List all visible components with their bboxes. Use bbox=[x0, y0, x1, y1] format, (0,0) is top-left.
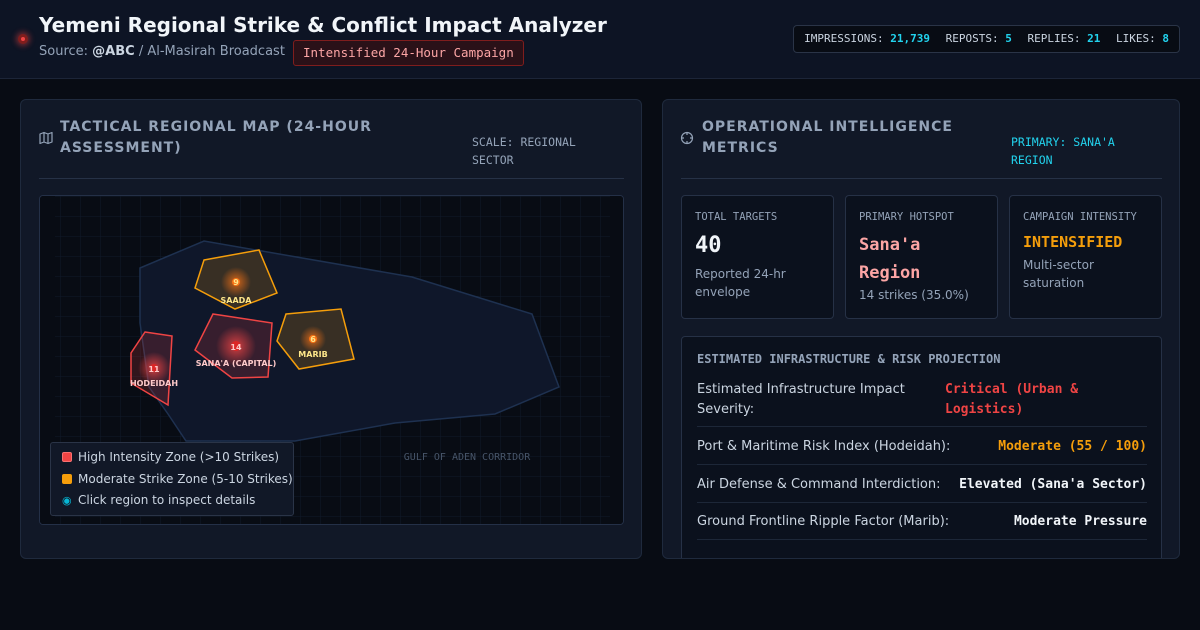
legend-inspect: ◉ Click region to inspect details bbox=[62, 493, 255, 507]
map-icon bbox=[39, 131, 53, 145]
page-title: Yemeni Regional Strike & Conflict Impact… bbox=[39, 13, 607, 37]
map-title-line-2: ASSESSMENT) bbox=[60, 140, 182, 156]
map-title-line-1: TACTICAL REGIONAL MAP (24-HOUR bbox=[60, 119, 372, 135]
map-panel-title: TACTICAL REGIONAL MAP (24-HOUR ASSESSMEN… bbox=[60, 117, 420, 159]
hodeidah-strike-count: 11 bbox=[148, 365, 160, 374]
saada-strike-count: 9 bbox=[233, 278, 239, 287]
total-targets-label: TOTAL TARGETS bbox=[695, 211, 778, 223]
infrastructure-value-line-2: Logistics) bbox=[945, 402, 1024, 417]
total-targets-value: 40 bbox=[695, 233, 722, 258]
engagement-stats: IMPRESSIONS: 21,739 REPOSTS: 5 REPLIES: … bbox=[793, 25, 1180, 53]
reposts-label: REPOSTS: bbox=[945, 32, 999, 45]
target-icon bbox=[680, 131, 694, 145]
legend-high: High Intensity Zone (>10 Strikes) bbox=[62, 450, 279, 464]
total-targets-note-line-1: Reported 24-hr bbox=[695, 267, 786, 281]
port-risk-value: Moderate (55 / 100) bbox=[998, 439, 1147, 454]
likes-label: LIKES: bbox=[1116, 32, 1156, 45]
target-icon: ◉ bbox=[62, 494, 72, 507]
infrastructure-value: Critical (Urban & Logistics) bbox=[945, 380, 1078, 420]
legend-inspect-label: Click region to inspect details bbox=[78, 493, 256, 507]
impressions-label: IMPRESSIONS: bbox=[804, 32, 884, 45]
legend-moderate-label: Moderate Strike Zone (5-10 Strikes) bbox=[78, 472, 293, 486]
impressions-value: 21,739 bbox=[890, 32, 931, 45]
sanaa-strike-count: 14 bbox=[230, 343, 242, 352]
risk-row-air-defense: Air Defense & Command Interdiction: Elev… bbox=[697, 475, 1147, 503]
marib-label: MARIB bbox=[298, 350, 327, 359]
risk-projection-box: ESTIMATED INFRASTRUCTURE & RISK PROJECTI… bbox=[681, 336, 1162, 558]
risk-row-port: Port & Maritime Risk Index (Hodeidah): M… bbox=[697, 437, 1147, 465]
metrics-title-line-1: OPERATIONAL INTELLIGENCE bbox=[702, 119, 953, 135]
app-header: Yemeni Regional Strike & Conflict Impact… bbox=[0, 0, 1200, 79]
primary-region-label: PRIMARY: SANA'A REGION bbox=[1011, 133, 1115, 169]
primary-hotspot-value: Sana'a Region bbox=[859, 231, 920, 287]
risk-projection-title: ESTIMATED INFRASTRUCTURE & RISK PROJECTI… bbox=[697, 352, 1001, 366]
sanaa-label: SANA'A (CAPITAL) bbox=[196, 359, 277, 368]
moderate-strike-swatch bbox=[62, 474, 72, 484]
primary-line-1: PRIMARY: SANA'A bbox=[1011, 135, 1115, 149]
primary-hotspot-card: PRIMARY HOTSPOT Sana'a Region 14 strikes… bbox=[845, 195, 998, 319]
campaign-intensity-note: Multi-sector saturation bbox=[1023, 256, 1094, 292]
risk-row-frontline: Ground Frontline Ripple Factor (Marib): … bbox=[697, 512, 1147, 540]
campaign-badge: Intensified 24-Hour Campaign bbox=[293, 40, 524, 66]
source-handle[interactable]: @ABC bbox=[92, 44, 135, 59]
replies-label: REPLIES: bbox=[1027, 32, 1081, 45]
port-risk-label: Port & Maritime Risk Index (Hodeidah): bbox=[697, 439, 951, 454]
replies-value: 21 bbox=[1087, 32, 1101, 45]
source-line: Source: @ABC / Al-Masirah Broadcast bbox=[39, 44, 285, 59]
regional-map[interactable]: GULF OF ADEN CORRIDOR 9 SAADA 14 SANA'A … bbox=[39, 195, 624, 525]
infrastructure-value-line-1: Critical (Urban & bbox=[945, 382, 1079, 397]
risk-row-infrastructure: Estimated Infrastructure Impact Severity… bbox=[697, 380, 1147, 427]
total-targets-card: TOTAL TARGETS 40 Reported 24-hr envelope bbox=[681, 195, 834, 319]
reposts-value: 5 bbox=[1005, 32, 1012, 45]
high-intensity-swatch bbox=[62, 452, 72, 462]
intelligence-metrics-panel: OPERATIONAL INTELLIGENCE METRICS PRIMARY… bbox=[662, 99, 1180, 559]
map-panel-divider bbox=[39, 178, 624, 179]
hotspot-value-line-2: Region bbox=[859, 263, 921, 283]
live-indicator-icon bbox=[18, 34, 28, 44]
infrastructure-label-line-2: Severity: bbox=[697, 402, 755, 417]
legend-moderate: Moderate Strike Zone (5-10 Strikes) bbox=[62, 472, 293, 486]
metrics-panel-divider bbox=[681, 178, 1162, 179]
air-defense-label: Air Defense & Command Interdiction: bbox=[697, 477, 941, 492]
intensity-note-line-2: saturation bbox=[1023, 276, 1085, 290]
marib-strike-count: 6 bbox=[310, 335, 316, 344]
campaign-intensity-card: CAMPAIGN INTENSITY INTENSIFIED Multi-sec… bbox=[1009, 195, 1162, 319]
legend-high-label: High Intensity Zone (>10 Strikes) bbox=[78, 450, 280, 464]
hotspot-value-line-1: Sana'a bbox=[859, 235, 921, 255]
source-outlet: / Al-Masirah Broadcast bbox=[134, 44, 285, 59]
frontline-value: Moderate Pressure bbox=[1013, 514, 1147, 529]
campaign-intensity-value: INTENSIFIED bbox=[1023, 233, 1123, 251]
metrics-panel-title: OPERATIONAL INTELLIGENCE METRICS bbox=[702, 117, 1002, 159]
air-defense-value: Elevated (Sana'a Sector) bbox=[959, 477, 1147, 492]
frontline-label: Ground Frontline Ripple Factor (Marib): bbox=[697, 514, 950, 529]
primary-hotspot-label: PRIMARY HOTSPOT bbox=[859, 211, 954, 223]
metrics-title-line-2: METRICS bbox=[702, 140, 779, 156]
intensity-note-line-1: Multi-sector bbox=[1023, 258, 1094, 272]
campaign-intensity-label: CAMPAIGN INTENSITY bbox=[1023, 211, 1137, 223]
map-legend: High Intensity Zone (>10 Strikes) Modera… bbox=[50, 442, 294, 516]
likes-value: 8 bbox=[1162, 32, 1169, 45]
infrastructure-label: Estimated Infrastructure Impact Severity… bbox=[697, 380, 905, 420]
total-targets-note: Reported 24-hr envelope bbox=[695, 265, 786, 301]
map-scale-label: SCALE: REGIONAL SECTOR bbox=[472, 133, 576, 169]
saada-label: SAADA bbox=[221, 296, 253, 305]
scale-line-2: SECTOR bbox=[472, 153, 514, 167]
infrastructure-label-line-1: Estimated Infrastructure Impact bbox=[697, 382, 905, 397]
primary-line-2: REGION bbox=[1011, 153, 1053, 167]
source-prefix: Source: bbox=[39, 44, 89, 59]
tactical-map-panel: TACTICAL REGIONAL MAP (24-HOUR ASSESSMEN… bbox=[20, 99, 642, 559]
scale-line-1: SCALE: REGIONAL bbox=[472, 135, 576, 149]
total-targets-note-line-2: envelope bbox=[695, 285, 751, 299]
water-label: GULF OF ADEN CORRIDOR bbox=[404, 452, 531, 463]
hodeidah-label: HODEIDAH bbox=[130, 379, 178, 388]
primary-hotspot-note: 14 strikes (35.0%) bbox=[859, 288, 969, 302]
